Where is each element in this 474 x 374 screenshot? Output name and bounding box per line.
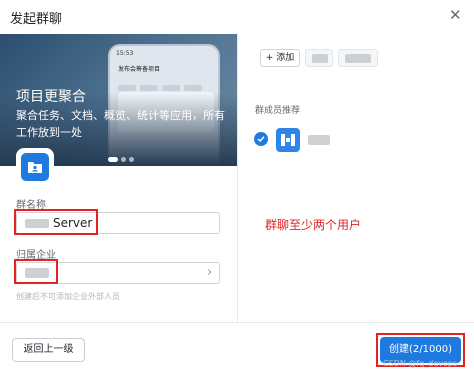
group-avatar[interactable] — [18, 150, 52, 184]
chevron-right-icon: › — [207, 265, 213, 280]
phone-heading: 发布会筹备项目 — [118, 66, 161, 73]
recommend-label: 群成员推荐 — [255, 106, 301, 116]
carousel-dot[interactable] — [121, 157, 126, 162]
footer-divider — [0, 322, 474, 323]
group-avatar-inner — [21, 153, 49, 181]
back-button[interactable]: 返回上一级 — [12, 338, 85, 362]
folder-user-icon — [28, 162, 42, 173]
form-hint: 创建后不可添加企业外部人员 — [16, 292, 120, 301]
phone-tabs — [118, 76, 214, 91]
redacted-text — [345, 54, 371, 63]
annotation-box — [14, 259, 58, 284]
avatar-pattern — [281, 134, 295, 146]
add-member-button[interactable]: + 添加 — [260, 49, 300, 67]
member-avatar — [276, 128, 300, 152]
check-icon[interactable] — [254, 132, 268, 146]
feature-banner[interactable]: 15:53 发布会筹备项目 项目更聚合 聚合任务、文档、概览、统计等应用，所有工… — [0, 34, 237, 166]
banner-title: 项目更聚合 — [16, 89, 86, 105]
annotation-text: 群聊至少两个用户 — [265, 218, 362, 232]
carousel-dot[interactable] — [129, 157, 134, 162]
selected-member-chip[interactable] — [338, 49, 378, 67]
dialog-header: 发起群聊 ✕ — [0, 0, 474, 32]
pane-divider — [237, 32, 238, 322]
phone-time: 15:53 — [116, 50, 134, 57]
close-icon[interactable]: ✕ — [449, 6, 462, 24]
redacted-text — [312, 54, 328, 63]
watermark: CSDN @fq_devops — [383, 359, 458, 368]
annotation-box — [14, 209, 98, 235]
carousel-dot[interactable] — [108, 157, 118, 162]
banner-description: 聚合任务、文档、概览、统计等应用，所有工作放到一处 — [16, 109, 225, 139]
carousel-dots — [108, 147, 137, 166]
redacted-member-name — [308, 135, 330, 145]
selected-member-chip[interactable] — [305, 49, 333, 67]
dialog-title: 发起群聊 — [10, 12, 63, 27]
